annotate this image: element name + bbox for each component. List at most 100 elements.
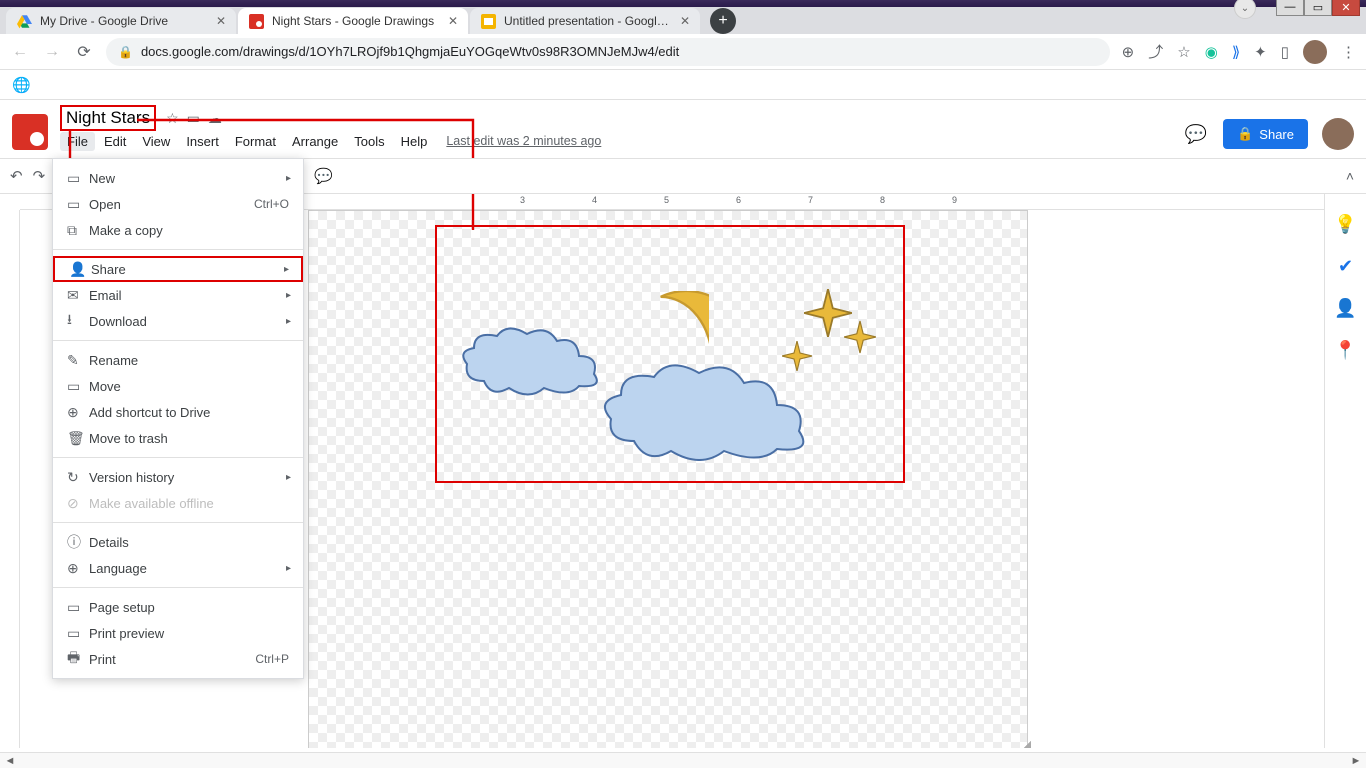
cast-icon[interactable]: ⟫ xyxy=(1232,43,1240,61)
star-shape[interactable] xyxy=(782,341,812,371)
browser-toolbar: ← → ⟳ 🔒 docs.google.com/drawings/d/1OYh7… xyxy=(0,34,1366,70)
comments-icon[interactable]: 💬 xyxy=(1183,121,1209,147)
menu-shortcut: Ctrl+P xyxy=(255,652,289,666)
drawing-canvas[interactable] xyxy=(308,210,1028,748)
profile-avatar[interactable] xyxy=(1303,40,1327,64)
address-bar[interactable]: 🔒 docs.google.com/drawings/d/1OYh7LROjf9… xyxy=(106,38,1110,66)
ruler-mark: 5 xyxy=(664,195,669,205)
menu-separator xyxy=(53,522,303,523)
menu-format[interactable]: Format xyxy=(228,132,283,151)
close-icon[interactable]: ✕ xyxy=(448,14,458,28)
maps-icon[interactable]: 📍 xyxy=(1336,340,1356,360)
menu-separator xyxy=(53,249,303,250)
keep-icon[interactable]: 💡 xyxy=(1336,214,1356,234)
menu-item-add-shortcut-to-drive[interactable]: ⊕Add shortcut to Drive xyxy=(53,399,303,425)
star-icon[interactable]: ☆ xyxy=(1177,43,1190,61)
menu-arrange[interactable]: Arrange xyxy=(285,132,345,151)
lock-icon: 🔒 xyxy=(1237,126,1253,142)
extensions-icon[interactable]: ✦ xyxy=(1254,43,1267,61)
account-avatar[interactable] xyxy=(1322,118,1354,150)
collapse-toolbar-icon[interactable]: ˄ xyxy=(1346,168,1354,184)
close-icon[interactable]: ✕ xyxy=(680,14,690,28)
menu-item-share[interactable]: 👤Share▸ xyxy=(53,256,303,282)
share-button[interactable]: 🔒 Share xyxy=(1223,119,1308,149)
scroll-right-icon[interactable]: ► xyxy=(1348,753,1364,769)
menu-item-version-history[interactable]: ↻Version history▸ xyxy=(53,464,303,490)
browser-tab[interactable]: My Drive - Google Drive ✕ xyxy=(6,8,236,34)
browser-tab[interactable]: Night Stars - Google Drawings ✕ xyxy=(238,8,468,34)
menu-item-new[interactable]: ▭New▸ xyxy=(53,165,303,191)
chrome-menu-icon[interactable]: ⋮ xyxy=(1341,43,1356,61)
menu-item-email[interactable]: ✉Email▸ xyxy=(53,282,303,308)
menu-item-make-a-copy[interactable]: ⧉Make a copy xyxy=(53,217,303,243)
side-panel: 📅 💡 ✔ 👤 📍 xyxy=(1324,158,1366,748)
cloud-shape[interactable] xyxy=(459,326,609,396)
menu-item-label: Move xyxy=(89,379,121,394)
contacts-icon[interactable]: 👤 xyxy=(1336,298,1356,318)
chevron-right-icon: ▸ xyxy=(286,563,291,574)
chevron-right-icon: ▸ xyxy=(286,290,291,301)
menu-item-label: Move to trash xyxy=(89,431,168,446)
menu-tools[interactable]: Tools xyxy=(347,132,391,151)
horizontal-scrollbar[interactable]: ◄ ► xyxy=(0,752,1366,768)
menu-item-page-setup[interactable]: ▭Page setup xyxy=(53,594,303,620)
slides-icon xyxy=(480,13,496,29)
menu-item-rename[interactable]: ✎Rename xyxy=(53,347,303,373)
extension-icons: ⊕ ⤴ ☆ ◉ ⟫ ✦ ▯ ⋮ xyxy=(1122,40,1356,64)
menu-view[interactable]: View xyxy=(135,132,177,151)
menu-item-icon: ▭ xyxy=(67,196,89,213)
menu-item-move[interactable]: ▭Move xyxy=(53,373,303,399)
last-edit-text[interactable]: Last edit was 2 minutes ago xyxy=(446,134,601,148)
canvas-resize-handle[interactable] xyxy=(1019,741,1031,748)
window-close-button[interactable]: ✕ xyxy=(1332,0,1360,16)
menu-insert[interactable]: Insert xyxy=(179,132,226,151)
menu-file[interactable]: File xyxy=(60,132,95,151)
back-icon[interactable]: ← xyxy=(10,43,30,61)
zoom-icon[interactable]: ⊕ xyxy=(1122,43,1135,61)
close-icon[interactable]: ✕ xyxy=(216,14,226,28)
menu-separator xyxy=(53,340,303,341)
reload-icon[interactable]: ⟳ xyxy=(74,42,94,62)
tab-label: My Drive - Google Drive xyxy=(40,14,208,28)
reader-icon[interactable]: ▯ xyxy=(1281,43,1289,61)
star-shape[interactable] xyxy=(844,316,876,358)
menu-edit[interactable]: Edit xyxy=(97,132,133,151)
menu-item-details[interactable]: ⓘDetails xyxy=(53,529,303,555)
menu-item-label: Details xyxy=(89,535,129,550)
star-outline-icon[interactable]: ☆ xyxy=(166,110,179,127)
cloud-shape[interactable] xyxy=(599,361,819,461)
menu-item-download[interactable]: ⭳Download▸ xyxy=(53,308,303,334)
chevron-right-icon: ▸ xyxy=(286,173,291,184)
move-folder-icon[interactable]: ▭ xyxy=(187,110,200,127)
menu-item-move-to-trash[interactable]: 🗑Move to trash xyxy=(53,425,303,451)
vertical-ruler xyxy=(0,210,20,748)
document-title[interactable]: Night Stars xyxy=(60,105,156,131)
menu-item-open[interactable]: ▭OpenCtrl+O xyxy=(53,191,303,217)
forward-icon[interactable]: → xyxy=(42,43,62,61)
menu-item-print-preview[interactable]: ▭Print preview xyxy=(53,620,303,646)
new-tab-button[interactable]: + xyxy=(710,8,736,34)
drawings-logo-icon[interactable] xyxy=(12,114,48,150)
tasks-icon[interactable]: ✔ xyxy=(1336,256,1356,276)
comment-add-icon[interactable]: 💬 xyxy=(314,167,333,185)
menu-item-label: Print preview xyxy=(89,626,164,641)
send-icon[interactable]: ⤴ xyxy=(1148,41,1163,62)
window-maximize-button[interactable]: ▭ xyxy=(1304,0,1332,16)
redo-icon[interactable]: ↷ xyxy=(33,167,46,185)
window-minimize-button[interactable]: — xyxy=(1276,0,1304,16)
globe-icon[interactable]: 🌐 xyxy=(12,76,31,94)
menu-help[interactable]: Help xyxy=(394,132,435,151)
browser-tab[interactable]: Untitled presentation - Google Sl ✕ xyxy=(470,8,700,34)
menu-item-label: Language xyxy=(89,561,147,576)
menu-item-label: Print xyxy=(89,652,116,667)
menu-item-label: New xyxy=(89,171,115,186)
grammarly-icon[interactable]: ◉ xyxy=(1205,43,1218,61)
menu-item-icon: ↻ xyxy=(67,469,89,486)
undo-icon[interactable]: ↶ xyxy=(10,167,23,185)
scroll-left-icon[interactable]: ◄ xyxy=(2,753,18,769)
tab-label: Night Stars - Google Drawings xyxy=(272,14,440,28)
menu-item-language[interactable]: ⊕Language▸ xyxy=(53,555,303,581)
menu-item-print[interactable]: 🖶PrintCtrl+P xyxy=(53,646,303,672)
menu-separator xyxy=(53,587,303,588)
cloud-status-icon[interactable]: ☁ xyxy=(208,110,222,127)
